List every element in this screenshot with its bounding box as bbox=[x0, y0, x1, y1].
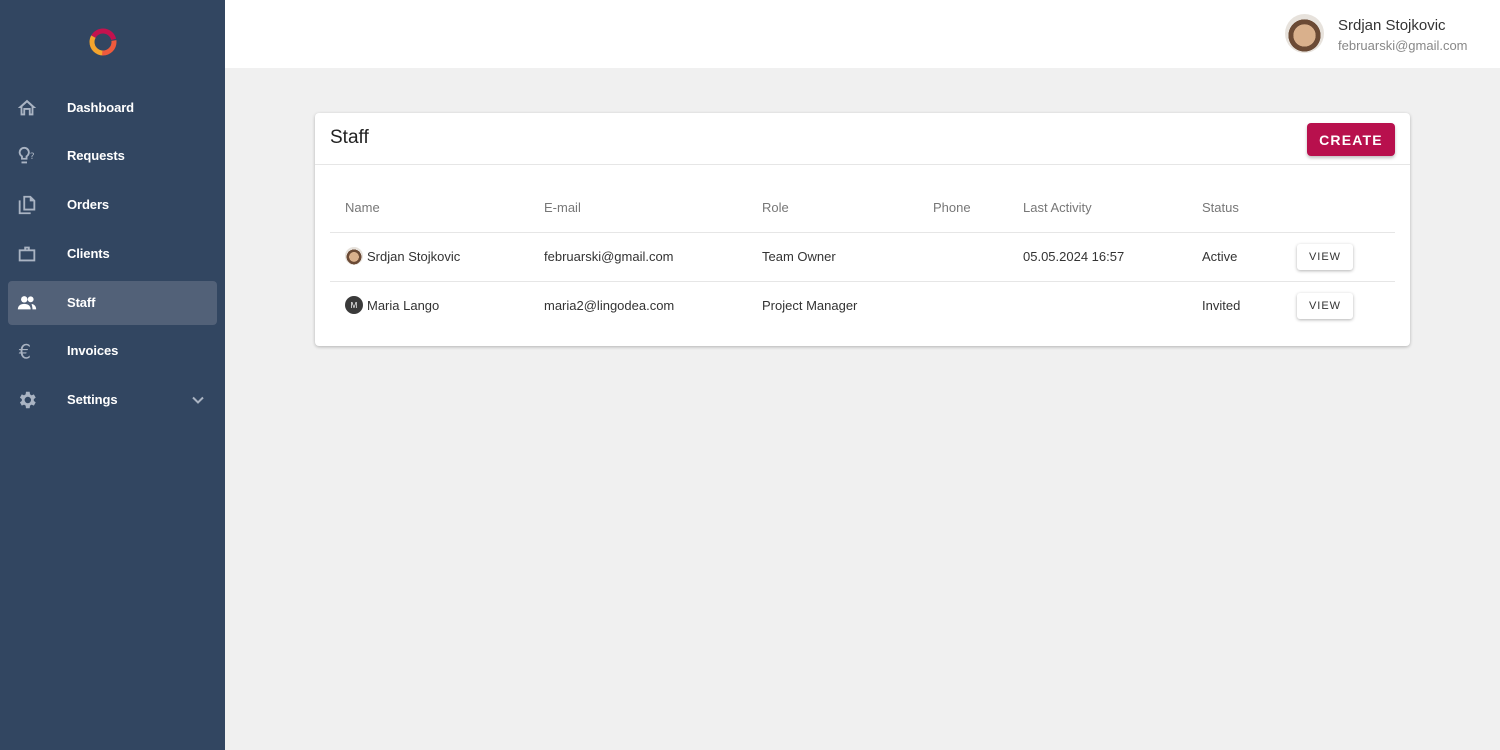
name-cell: Srdjan Stojkovic bbox=[345, 247, 460, 265]
staff-name: Maria Lango bbox=[367, 297, 440, 313]
gear-icon bbox=[15, 388, 39, 412]
view-button[interactable]: VIEW bbox=[1297, 293, 1353, 319]
sidebar-item-clients[interactable]: Clients bbox=[8, 232, 217, 276]
column-header-name[interactable]: Name bbox=[345, 200, 380, 215]
lightbulb-question-icon: ? bbox=[15, 144, 39, 168]
staff-email: maria2@lingodea.com bbox=[544, 298, 675, 313]
staff-card: Staff CREATE Name E-mail Role Phone Last… bbox=[315, 113, 1410, 346]
column-header-email[interactable]: E-mail bbox=[544, 200, 581, 215]
view-button[interactable]: VIEW bbox=[1297, 244, 1353, 270]
staff-role: Project Manager bbox=[762, 298, 858, 313]
sidebar-item-label: Staff bbox=[67, 295, 96, 310]
sidebar-item-label: Dashboard bbox=[67, 100, 135, 115]
euro-icon: € bbox=[15, 339, 39, 363]
staff-name: Srdjan Stojkovic bbox=[367, 248, 461, 264]
table-row: Srdjan Stojkovic februarski@gmail.com Te… bbox=[330, 233, 1395, 282]
column-header-last-activity[interactable]: Last Activity bbox=[1023, 200, 1092, 215]
card-header: Staff CREATE bbox=[315, 113, 1410, 165]
user-avatar[interactable] bbox=[1285, 14, 1324, 53]
briefcase-icon bbox=[15, 242, 39, 266]
column-header-status[interactable]: Status bbox=[1202, 200, 1239, 215]
create-button[interactable]: CREATE bbox=[1307, 123, 1395, 156]
sidebar-item-label: Clients bbox=[67, 246, 110, 261]
sidebar-item-dashboard[interactable]: Dashboard bbox=[8, 86, 217, 130]
sidebar-item-settings[interactable]: Settings bbox=[8, 378, 217, 422]
avatar: M bbox=[345, 296, 363, 314]
sidebar-item-staff[interactable]: Staff bbox=[8, 281, 217, 325]
people-icon bbox=[15, 291, 39, 315]
column-header-phone[interactable]: Phone bbox=[933, 200, 971, 215]
staff-role: Team Owner bbox=[762, 249, 836, 264]
chevron-down-icon[interactable] bbox=[189, 391, 207, 409]
sidebar-item-requests[interactable]: ? Requests bbox=[8, 134, 217, 178]
sidebar-item-label: Orders bbox=[67, 197, 110, 212]
user-name: Srdjan Stojkovic bbox=[1338, 17, 1446, 34]
sidebar-item-orders[interactable]: Orders bbox=[8, 183, 217, 227]
sidebar-item-label: Invoices bbox=[67, 343, 119, 358]
top-header: Srdjan Stojkovic februarski@gmail.com bbox=[225, 0, 1500, 68]
ring-logo-icon[interactable] bbox=[88, 27, 118, 57]
home-icon bbox=[15, 96, 39, 120]
avatar bbox=[345, 247, 363, 265]
sidebar-item-label: Settings bbox=[67, 392, 118, 407]
sidebar-item-invoices[interactable]: € Invoices bbox=[8, 329, 217, 373]
page-title: Staff bbox=[330, 127, 369, 148]
user-email: februarski@gmail.com bbox=[1338, 38, 1468, 53]
table-header: Name E-mail Role Phone Last Activity Sta… bbox=[330, 185, 1395, 233]
name-cell: M Maria Lango bbox=[345, 296, 439, 314]
sidebar-item-label: Requests bbox=[67, 148, 125, 163]
staff-email: februarski@gmail.com bbox=[544, 249, 674, 264]
column-header-role[interactable]: Role bbox=[762, 200, 789, 215]
svg-text:?: ? bbox=[30, 151, 35, 162]
table-row: M Maria Lango maria2@lingodea.com Projec… bbox=[330, 282, 1395, 331]
status-badge: Invited bbox=[1202, 298, 1241, 313]
staff-last-activity: 05.05.2024 16:57 bbox=[1023, 249, 1125, 264]
svg-text:€: € bbox=[19, 340, 31, 362]
sidebar: Dashboard ? Requests Orders Clients Staf… bbox=[0, 0, 225, 750]
documents-icon bbox=[15, 193, 39, 217]
status-badge: Active bbox=[1202, 249, 1238, 264]
